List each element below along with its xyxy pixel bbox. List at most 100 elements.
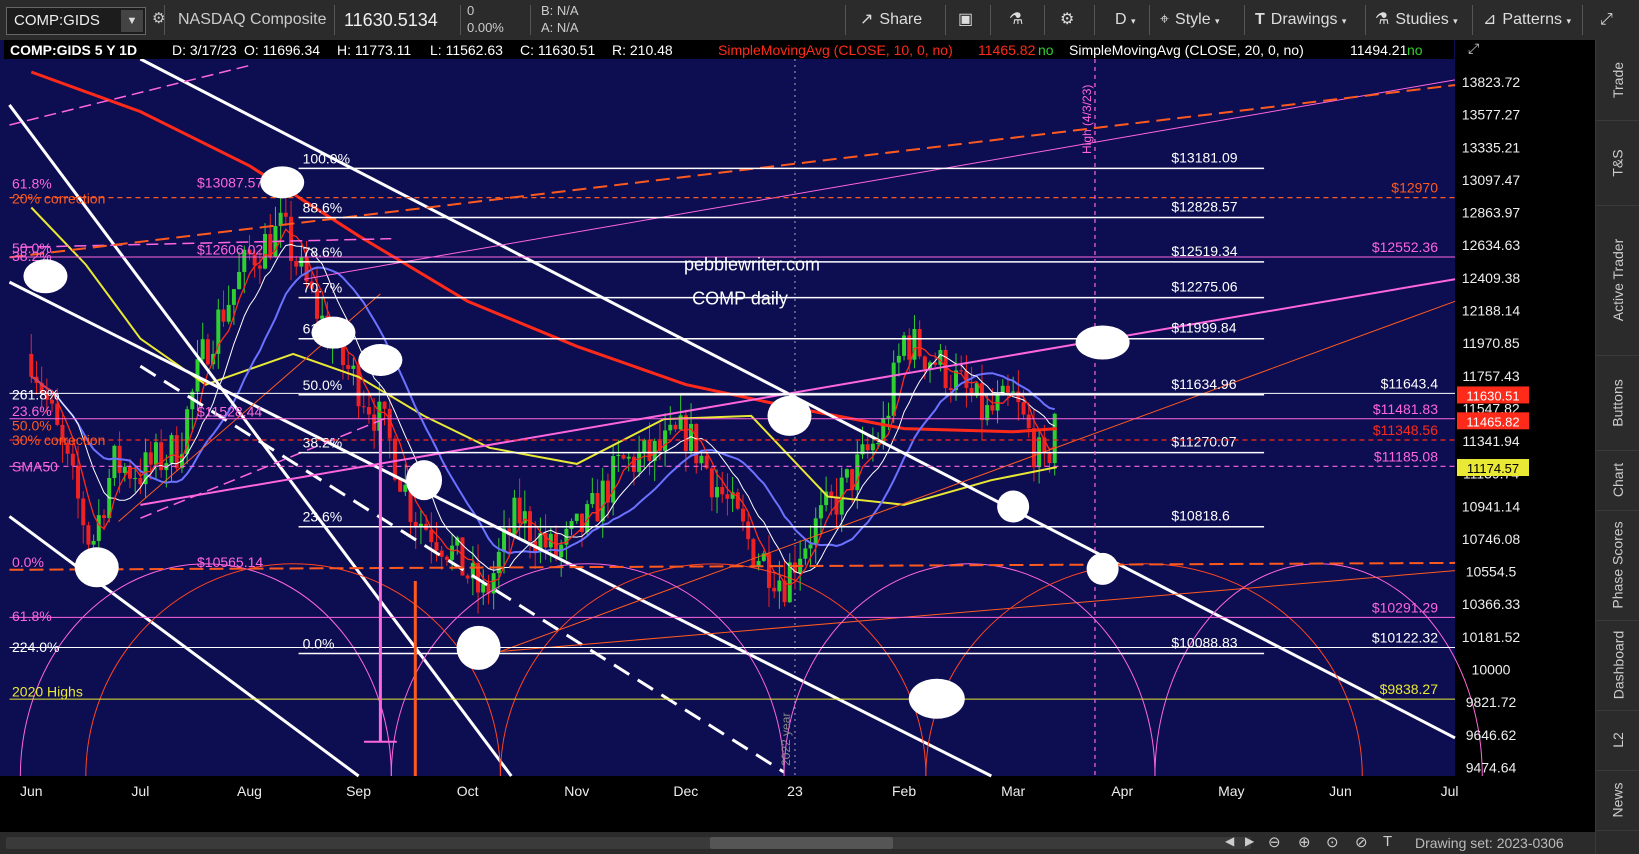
candle-body <box>366 407 371 415</box>
price-chart[interactable]: 100.0% $13181.0988.6% $12828.5778.6% $12519… <box>0 40 1595 832</box>
x-tick-label: 23 <box>787 783 803 799</box>
candle-body <box>153 442 158 465</box>
side-tab-trade[interactable]: Trade <box>1596 40 1639 121</box>
candle-body <box>403 484 408 492</box>
y-tick-label: 13097.47 <box>1462 172 1521 188</box>
divider <box>1094 5 1095 35</box>
candle-body <box>813 518 818 545</box>
x-tick-label: Feb <box>892 783 916 799</box>
candle-body <box>985 405 990 421</box>
y-tick-label: 12863.97 <box>1462 205 1521 221</box>
pivot-marker <box>74 547 119 588</box>
level-value-label: $12552.36 <box>1372 239 1438 255</box>
x-tick-label: Jun <box>1329 783 1352 799</box>
fib-pct-label: 70.7% <box>303 280 343 296</box>
scrollbar-thumb[interactable] <box>710 837 893 849</box>
legend-item: 11494.21 <box>1350 42 1408 58</box>
divider <box>164 5 165 35</box>
candle-body <box>803 548 808 559</box>
candle-body <box>694 423 699 464</box>
studies-button[interactable]: ⚗ Studies ▾ <box>1375 0 1458 40</box>
zoom-reset-icon[interactable]: ⊙ <box>1326 833 1339 851</box>
share-icon: ↗ <box>860 11 874 28</box>
drawing-tool-icon[interactable]: T <box>1383 833 1392 850</box>
candle-body <box>574 513 579 521</box>
candle-body <box>138 478 143 485</box>
patterns-button[interactable]: ⊿ Patterns ▾ <box>1483 0 1571 40</box>
candle-body <box>450 545 455 560</box>
style-button[interactable]: ⌖ Style ▾ <box>1160 0 1220 40</box>
candle-body <box>642 439 647 454</box>
left-annotation-label: $11528.44 <box>197 404 262 420</box>
divider <box>1472 5 1473 35</box>
candle-body <box>512 497 517 536</box>
share-button[interactable]: ↗ Share <box>860 0 922 40</box>
candle-body <box>896 355 901 363</box>
candle-body <box>891 362 896 416</box>
candle-body <box>133 478 138 480</box>
candle-body <box>772 587 777 592</box>
candle-body <box>221 309 226 322</box>
scroll-left-icon[interactable]: ◀ <box>1225 834 1234 848</box>
bottom-bar: ◀ ▶ ⊖ ⊕ ⊙ ⊘ T Drawing set: 2023-0306 <box>0 832 1595 854</box>
left-annotation-label: 30% correction <box>12 432 105 448</box>
side-tab-phase-scores[interactable]: Phase Scores <box>1596 510 1639 621</box>
pivot-marker <box>1075 325 1130 360</box>
level-value-label: $10122.32 <box>1372 629 1438 645</box>
legend-item: SimpleMovingAvg (CLOSE, 20, 0, no) <box>1069 42 1304 58</box>
fib-value-label: $11999.84 <box>1171 320 1236 336</box>
divider <box>1244 5 1245 35</box>
left-annotation-label: $10565.14 <box>197 554 263 570</box>
flask-icon[interactable]: ⚗ <box>1009 0 1023 40</box>
candle-body <box>1021 402 1026 415</box>
pivot-marker <box>23 259 68 294</box>
candle-body <box>112 445 117 479</box>
fib-value-label: $12275.06 <box>1171 279 1237 295</box>
side-tab-label: News <box>1609 782 1626 818</box>
scroll-right-icon[interactable]: ▶ <box>1245 834 1254 848</box>
side-tab-label: Trade <box>1610 61 1626 99</box>
symbol-selector[interactable]: COMP:GIDS ▼ <box>6 7 146 35</box>
price-tag-label: 11174.57 <box>1467 461 1519 476</box>
side-tab-active-trader[interactable]: Active Trader <box>1596 205 1639 356</box>
y-tick-label: 11757.43 <box>1462 368 1520 384</box>
maximize-icon[interactable]: ⤢ <box>1600 0 1613 40</box>
left-annotation-label: 50.0% <box>12 417 52 433</box>
screenshot-icon[interactable]: ▣ <box>958 0 973 40</box>
y-tick-label: 11341.94 <box>1462 433 1520 449</box>
pivot-marker <box>406 460 443 501</box>
year-label: 2022 year <box>779 713 793 766</box>
candle-body <box>392 438 397 480</box>
candle-body <box>616 454 621 457</box>
side-tab-l2[interactable]: L2 <box>1596 710 1639 771</box>
level-value-label: $11348.56 <box>1373 422 1438 438</box>
candle-body <box>735 492 740 509</box>
zoom-out-icon[interactable]: ⊖ <box>1268 833 1281 851</box>
candle-body <box>917 328 922 357</box>
side-tab-label: L2 <box>1609 732 1626 748</box>
zoom-in-icon[interactable]: ⊕ <box>1298 833 1311 851</box>
last-price: 11630.5134 <box>344 10 438 30</box>
side-tab-label: T&S <box>1609 148 1626 177</box>
legend-item: D: 3/17/23 <box>172 42 237 58</box>
candle-body <box>990 405 995 411</box>
candle-body <box>553 533 558 558</box>
expand-icon: ⤢ <box>1468 40 1479 56</box>
left-annotation-label: 0.0% <box>12 554 44 570</box>
drawings-button[interactable]: T Drawings ▾ <box>1255 0 1346 40</box>
scrollbar-track[interactable] <box>6 837 1251 849</box>
side-tab-chart[interactable]: Chart <box>1596 450 1639 511</box>
side-tab-buttons[interactable]: Buttons <box>1596 355 1639 451</box>
settings-icon[interactable]: ⚙ <box>1060 0 1074 40</box>
gear-icon[interactable]: ⚙ <box>152 9 170 29</box>
y-tick-label: 13577.27 <box>1462 107 1521 123</box>
divider <box>334 5 335 35</box>
chart-legend: COMP:GIDS 5 Y 1D D: 3/17/23 O: 11696.34 H: … <box>4 40 1454 59</box>
side-tab-t-s[interactable]: T&S <box>1596 120 1639 206</box>
side-tab-dashboard[interactable]: Dashboard <box>1596 620 1639 711</box>
y-tick-label: 13335.21 <box>1462 139 1521 155</box>
chevron-down-icon[interactable]: ▼ <box>121 10 143 32</box>
period-button[interactable]: D ▾ <box>1115 0 1136 40</box>
side-tab-news[interactable]: News <box>1596 770 1639 831</box>
zoom-fit-icon[interactable]: ⊘ <box>1355 833 1368 851</box>
